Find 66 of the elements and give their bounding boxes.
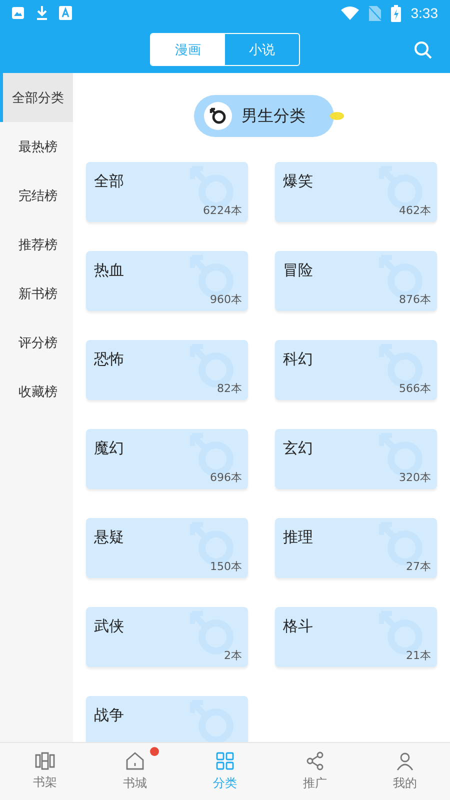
nav-tab[interactable]: 书架 bbox=[0, 743, 90, 800]
book-count: 320本 bbox=[399, 470, 431, 485]
category-name: 全部 bbox=[94, 172, 125, 191]
battery-icon bbox=[390, 4, 401, 22]
category-card[interactable]: 冒险 876本 bbox=[275, 251, 437, 311]
category-name: 恐怖 bbox=[94, 350, 125, 369]
wifi-icon bbox=[340, 6, 359, 20]
sidebar-item[interactable]: 收藏榜 bbox=[0, 367, 73, 416]
grid-icon bbox=[215, 751, 235, 771]
category-name: 科幻 bbox=[283, 350, 314, 369]
share-icon bbox=[305, 751, 325, 771]
category-name: 魔幻 bbox=[94, 439, 125, 458]
category-name: 战争 bbox=[94, 706, 125, 725]
book-count: 960本 bbox=[210, 292, 242, 307]
book-count: 21本 bbox=[406, 648, 431, 663]
book-count: 6224本 bbox=[203, 203, 242, 218]
book-count: 876本 bbox=[399, 292, 431, 307]
male-symbol-icon bbox=[204, 102, 232, 130]
sidebar-item[interactable]: 新书榜 bbox=[0, 269, 73, 318]
category-card[interactable]: 魔幻 696本 bbox=[86, 429, 248, 489]
category-card[interactable]: 格斗 21本 bbox=[275, 607, 437, 667]
home-icon bbox=[125, 751, 145, 771]
sidebar-item[interactable]: 最热榜 bbox=[0, 122, 73, 171]
nav-tab[interactable]: 推广 bbox=[270, 743, 360, 800]
category-name: 悬疑 bbox=[94, 528, 125, 547]
book-count: 566本 bbox=[399, 381, 431, 396]
category-card[interactable]: 悬疑 150本 bbox=[86, 518, 248, 578]
category-card[interactable]: 全部 6224本 bbox=[86, 162, 248, 222]
category-card[interactable]: 科幻 566本 bbox=[275, 340, 437, 400]
sidebar-item[interactable]: 完结榜 bbox=[0, 171, 73, 220]
category-name: 武侠 bbox=[94, 617, 125, 636]
nav-tab[interactable]: 书城 bbox=[90, 743, 180, 800]
decoration-dot bbox=[330, 112, 344, 120]
male-symbol-icon bbox=[190, 700, 236, 742]
no-sim-icon bbox=[368, 6, 381, 20]
category-name: 玄幻 bbox=[283, 439, 314, 458]
category-card[interactable]: 恐怖 82本 bbox=[86, 340, 248, 400]
category-card[interactable]: 推理 27本 bbox=[275, 518, 437, 578]
nav-tab[interactable]: 我的 bbox=[360, 743, 450, 800]
book-count: 27本 bbox=[406, 559, 431, 574]
user-icon bbox=[395, 751, 415, 771]
download-icon bbox=[35, 5, 49, 21]
category-card[interactable]: 战争 bbox=[86, 696, 248, 742]
category-name: 冒险 bbox=[283, 261, 314, 280]
book-count: 2本 bbox=[224, 648, 242, 663]
category-name: 格斗 bbox=[283, 617, 314, 636]
font-icon bbox=[59, 6, 72, 20]
book-count: 82本 bbox=[217, 381, 242, 396]
book-count: 150本 bbox=[210, 559, 242, 574]
category-card[interactable]: 武侠 2本 bbox=[86, 607, 248, 667]
search-icon[interactable] bbox=[414, 41, 432, 59]
book-count: 696本 bbox=[210, 470, 242, 485]
category-card[interactable]: 爆笑 462本 bbox=[275, 162, 437, 222]
category-card[interactable]: 玄幻 320本 bbox=[275, 429, 437, 489]
category-name: 热血 bbox=[94, 261, 125, 280]
category-name: 爆笑 bbox=[283, 172, 314, 191]
category-card[interactable]: 热血 960本 bbox=[86, 251, 248, 311]
book-count: 462本 bbox=[399, 203, 431, 218]
category-name: 推理 bbox=[283, 528, 314, 547]
sidebar-item[interactable]: 评分榜 bbox=[0, 318, 73, 367]
sidebar-item[interactable]: 全部分类 bbox=[0, 73, 73, 122]
status-time: 3:33 bbox=[410, 5, 438, 21]
sidebar-item[interactable]: 推荐榜 bbox=[0, 220, 73, 269]
section-title: 男生分类 bbox=[242, 106, 306, 126]
image-icon bbox=[11, 6, 25, 20]
bookshelf-icon bbox=[35, 752, 55, 770]
